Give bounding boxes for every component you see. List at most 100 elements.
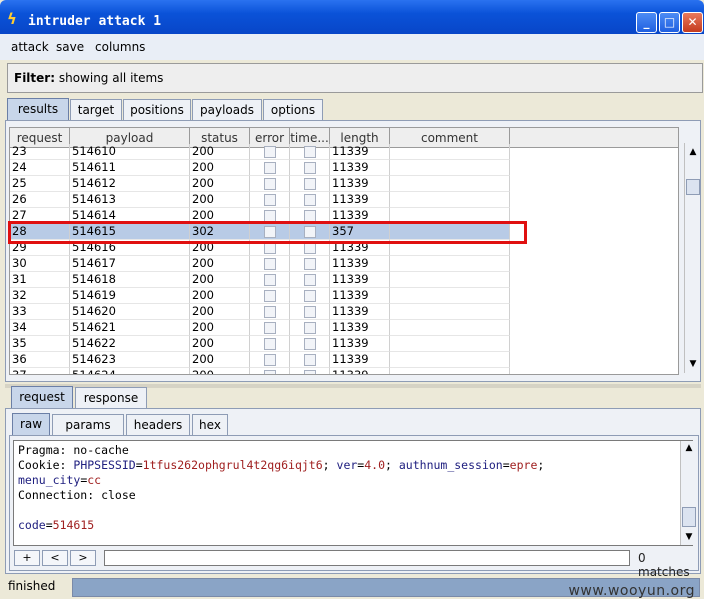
text-scroll-up-icon[interactable]: ▲ — [681, 441, 697, 455]
cell-length: 11339 — [330, 272, 390, 288]
tab-raw[interactable]: raw — [12, 413, 50, 437]
table-row[interactable]: 37 514624 200 11339 — [10, 368, 510, 374]
timeout-checkbox[interactable] — [304, 306, 316, 318]
cell-timeout — [290, 304, 330, 320]
error-checkbox[interactable] — [264, 290, 276, 302]
cell-request: 24 — [10, 160, 70, 176]
cell-request: 35 — [10, 336, 70, 352]
cell-length: 11339 — [330, 192, 390, 208]
table-row[interactable]: 24 514611 200 11339 — [10, 160, 510, 176]
timeout-checkbox[interactable] — [304, 162, 316, 174]
error-checkbox[interactable] — [264, 354, 276, 366]
table-row[interactable]: 23 514610 200 11339 — [10, 144, 510, 160]
cell-comment — [390, 144, 510, 160]
cell-request: 37 — [10, 368, 70, 374]
table-row[interactable]: 25 514612 200 11339 — [10, 176, 510, 192]
search-input[interactable] — [104, 550, 630, 566]
add-button[interactable]: + — [14, 550, 40, 566]
error-checkbox[interactable] — [264, 322, 276, 334]
table-row[interactable]: 35 514622 200 11339 — [10, 336, 510, 352]
cell-error — [250, 160, 290, 176]
scroll-up-icon[interactable]: ▲ — [685, 145, 701, 159]
cell-comment — [390, 352, 510, 368]
cell-status: 200 — [190, 304, 250, 320]
error-checkbox[interactable] — [264, 306, 276, 318]
cell-request: 31 — [10, 272, 70, 288]
cell-payload: 514619 — [70, 288, 190, 304]
table-row[interactable]: 36 514623 200 11339 — [10, 352, 510, 368]
cell-error — [250, 304, 290, 320]
timeout-checkbox[interactable] — [304, 290, 316, 302]
previous-button[interactable]: < — [42, 550, 68, 566]
tab-results[interactable]: results — [7, 98, 69, 122]
cell-comment — [390, 304, 510, 320]
error-checkbox[interactable] — [264, 274, 276, 286]
error-checkbox[interactable] — [264, 194, 276, 206]
table-row[interactable]: 31 514618 200 11339 — [10, 272, 510, 288]
cell-timeout — [290, 272, 330, 288]
next-button[interactable]: > — [70, 550, 96, 566]
minimize-button[interactable]: _ — [636, 12, 657, 33]
cell-length: 11339 — [330, 368, 390, 374]
results-scrollbar[interactable]: ▲ ▼ — [684, 143, 700, 373]
table-row[interactable]: 33 514620 200 11339 — [10, 304, 510, 320]
cell-payload: 514623 — [70, 352, 190, 368]
text-scrollbar[interactable]: ▲ ▼ — [680, 441, 696, 545]
table-row[interactable]: 32 514619 200 11339 — [10, 288, 510, 304]
timeout-checkbox[interactable] — [304, 258, 316, 270]
results-table: request payload status error time... len… — [9, 127, 679, 375]
request-text-area[interactable]: Pragma: no-cache Cookie: PHPSESSID=1tfus… — [13, 440, 693, 546]
scroll-thumb[interactable] — [686, 179, 700, 195]
cell-comment — [390, 192, 510, 208]
scroll-down-icon[interactable]: ▼ — [685, 357, 701, 371]
timeout-checkbox[interactable] — [304, 146, 316, 158]
timeout-checkbox[interactable] — [304, 274, 316, 286]
cell-length: 11339 — [330, 352, 390, 368]
error-checkbox[interactable] — [264, 338, 276, 350]
timeout-checkbox[interactable] — [304, 194, 316, 206]
tab-params[interactable]: params — [52, 414, 124, 436]
text-line: Pragma: no-cache — [18, 443, 129, 457]
timeout-checkbox[interactable] — [304, 354, 316, 366]
table-row[interactable]: 30 514617 200 11339 — [10, 256, 510, 272]
menu-save[interactable]: save — [56, 40, 84, 54]
error-checkbox[interactable] — [264, 162, 276, 174]
menu-attack[interactable]: attack — [11, 40, 49, 54]
tab-response[interactable]: response — [75, 387, 147, 409]
timeout-checkbox[interactable] — [304, 178, 316, 190]
timeout-checkbox[interactable] — [304, 338, 316, 350]
cell-error — [250, 144, 290, 160]
error-checkbox[interactable] — [264, 178, 276, 190]
watermark-text: www.wooyun.org — [568, 583, 695, 599]
tab-target[interactable]: target — [70, 99, 122, 121]
cell-error — [250, 352, 290, 368]
timeout-checkbox[interactable] — [304, 322, 316, 334]
text-line: code=514615 — [18, 518, 95, 532]
table-row[interactable]: 34 514621 200 11339 — [10, 320, 510, 336]
error-checkbox[interactable] — [264, 146, 276, 158]
timeout-checkbox[interactable] — [304, 370, 316, 374]
maximize-button[interactable]: □ — [659, 12, 680, 33]
text-scroll-thumb[interactable] — [682, 507, 696, 527]
error-checkbox[interactable] — [264, 258, 276, 270]
window-title: intruder attack 1 — [28, 14, 162, 29]
text-scroll-down-icon[interactable]: ▼ — [681, 530, 697, 544]
tab-payloads[interactable]: payloads — [192, 99, 262, 121]
tab-request[interactable]: request — [11, 386, 73, 410]
cell-comment — [390, 176, 510, 192]
tab-options[interactable]: options — [263, 99, 323, 121]
burp-app-icon: ϟ — [7, 10, 17, 28]
tab-headers[interactable]: headers — [126, 414, 190, 436]
menu-columns[interactable]: columns — [95, 40, 145, 54]
tab-positions[interactable]: positions — [123, 99, 191, 121]
error-checkbox[interactable] — [264, 370, 276, 374]
tab-hex[interactable]: hex — [192, 414, 228, 436]
cell-request: 30 — [10, 256, 70, 272]
cell-length: 11339 — [330, 336, 390, 352]
cell-payload: 514620 — [70, 304, 190, 320]
table-row[interactable]: 26 514613 200 11339 — [10, 192, 510, 208]
cell-payload: 514617 — [70, 256, 190, 272]
cell-payload: 514613 — [70, 192, 190, 208]
close-button[interactable]: ✕ — [682, 12, 703, 33]
filter-bar[interactable]: Filter: showing all items — [7, 63, 703, 93]
